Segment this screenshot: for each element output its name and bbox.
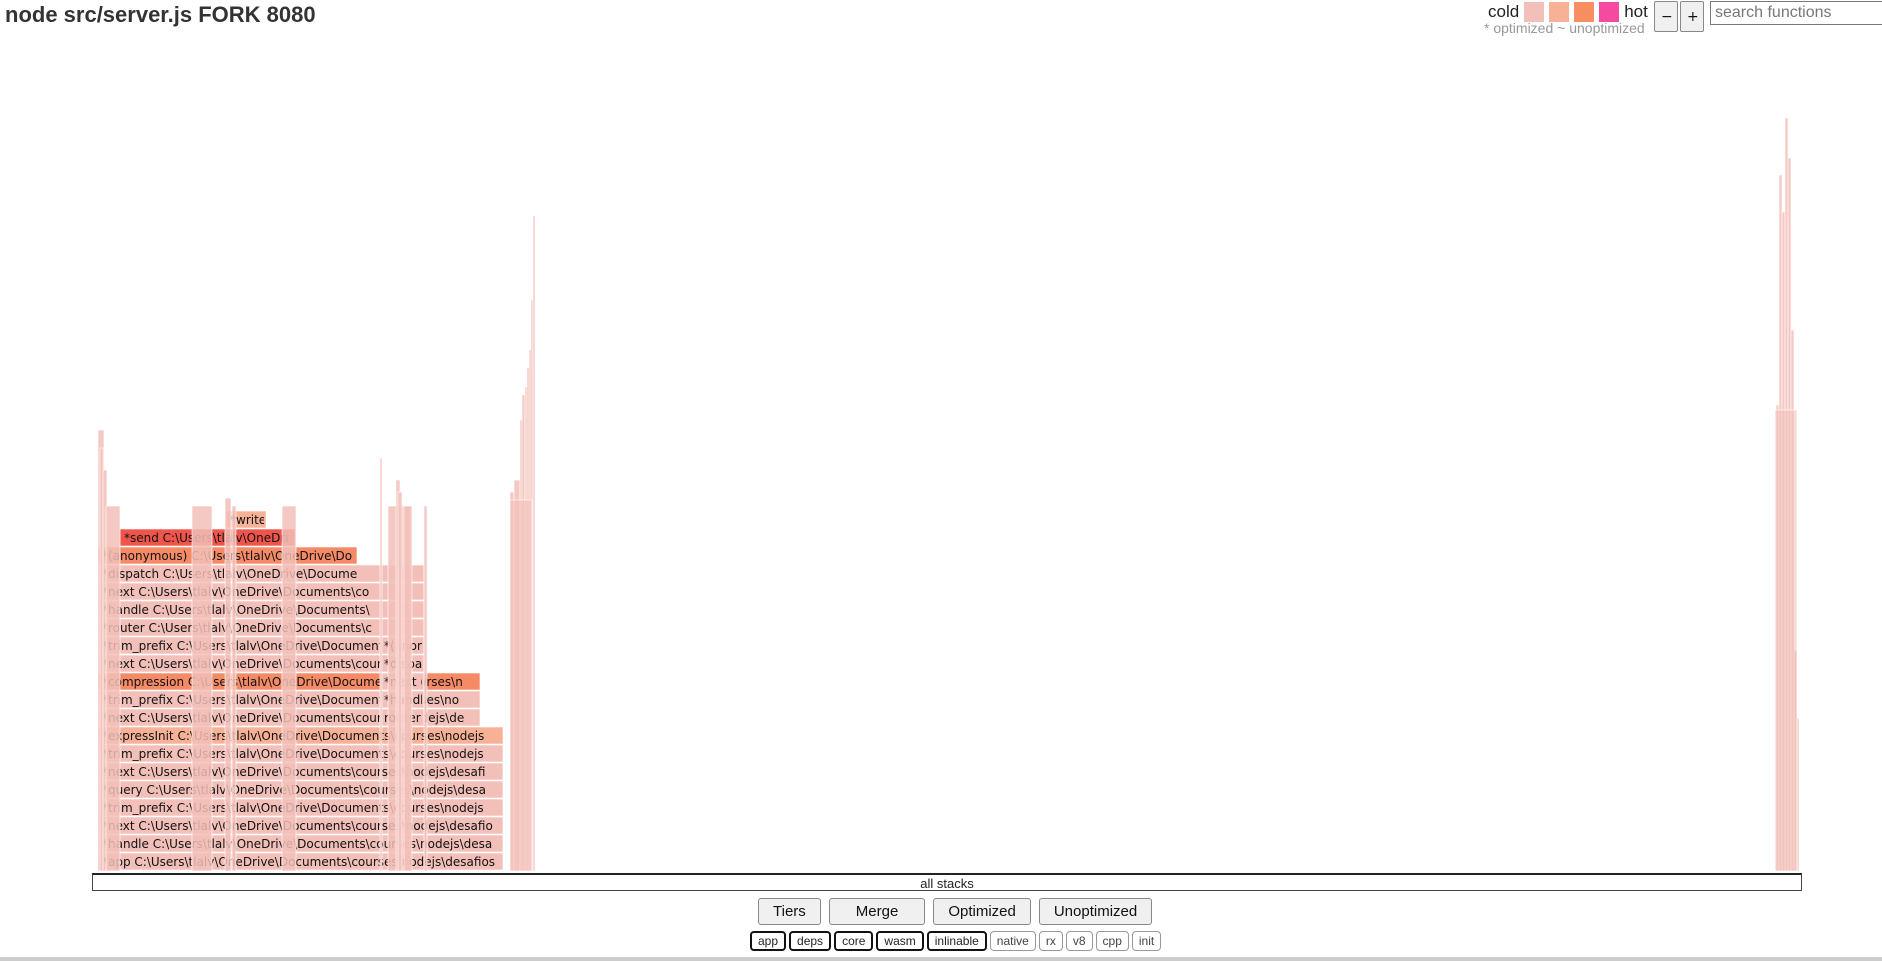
next-frame-label: *next C:\Users\tlalv\OneDrive\Documents\… xyxy=(102,657,413,671)
app-frame-label: *app C:\Users\tlalv\OneDrive\Documents\c… xyxy=(102,855,495,869)
handle-frame-label: *handle C:\Users\tlalv\OneDrive\Document… xyxy=(102,837,492,851)
unoptimized-button[interactable]: Unoptimized xyxy=(1038,898,1153,925)
bottom-divider xyxy=(0,957,1882,961)
merge-button[interactable]: Merge xyxy=(828,898,926,925)
stack-spike[interactable] xyxy=(532,215,536,872)
filter-inlinable-chip[interactable]: inlinable xyxy=(926,931,987,951)
stack-spike[interactable] xyxy=(397,491,403,872)
all-stacks-label: all stacks xyxy=(920,876,974,891)
all-stacks-bar[interactable]: all stacks xyxy=(92,873,1802,891)
filter-native-chip[interactable]: native xyxy=(989,931,1036,951)
filter-rx-chip[interactable]: rx xyxy=(1038,931,1063,951)
stack-spike[interactable] xyxy=(99,447,104,872)
trim-prefix-frame-label: *trim_prefix C:\Users\tlalv\OneDrive\Doc… xyxy=(102,639,415,653)
stack-spike[interactable] xyxy=(379,457,383,872)
filter-init-chip[interactable]: init xyxy=(1131,931,1162,951)
stack-spike[interactable] xyxy=(105,505,121,872)
stack-spike[interactable] xyxy=(1796,717,1800,872)
tiers-button[interactable]: Tiers xyxy=(758,898,821,925)
stack-column[interactable] xyxy=(1774,409,1798,872)
stack-spike[interactable] xyxy=(191,505,213,872)
stack-spike[interactable] xyxy=(224,497,232,872)
flamegraph[interactable]: *app C:\Users\tlalv\OneDrive\Documents\c… xyxy=(0,0,1882,875)
stack-spike[interactable] xyxy=(423,505,428,872)
filter-v8-chip[interactable]: v8 xyxy=(1065,931,1093,951)
stack-spike[interactable] xyxy=(231,505,237,872)
stack-spike[interactable] xyxy=(281,505,297,872)
stack-spike[interactable] xyxy=(403,505,413,872)
view-controls: Tiers Merge Optimized Unoptimized xyxy=(758,898,1153,925)
filter-core-chip[interactable]: core xyxy=(834,931,874,951)
filter-cpp-chip[interactable]: cpp xyxy=(1095,931,1129,951)
stack-column[interactable] xyxy=(509,499,533,872)
filter-app-chip[interactable]: app xyxy=(750,931,787,951)
filter-wasm-chip[interactable]: wasm xyxy=(876,931,924,951)
next-frame-label: *next C:\Users\tlalv\OneDrive\Documents\… xyxy=(102,819,493,833)
optimized-button[interactable]: Optimized xyxy=(933,898,1031,925)
router-frame-label: *router C:\Users\tlalv\OneDrive\Document… xyxy=(102,621,372,635)
filter-deps-chip[interactable]: deps xyxy=(789,931,832,951)
filter-chips: app deps core wasm inlinable native rx v… xyxy=(750,931,1162,951)
